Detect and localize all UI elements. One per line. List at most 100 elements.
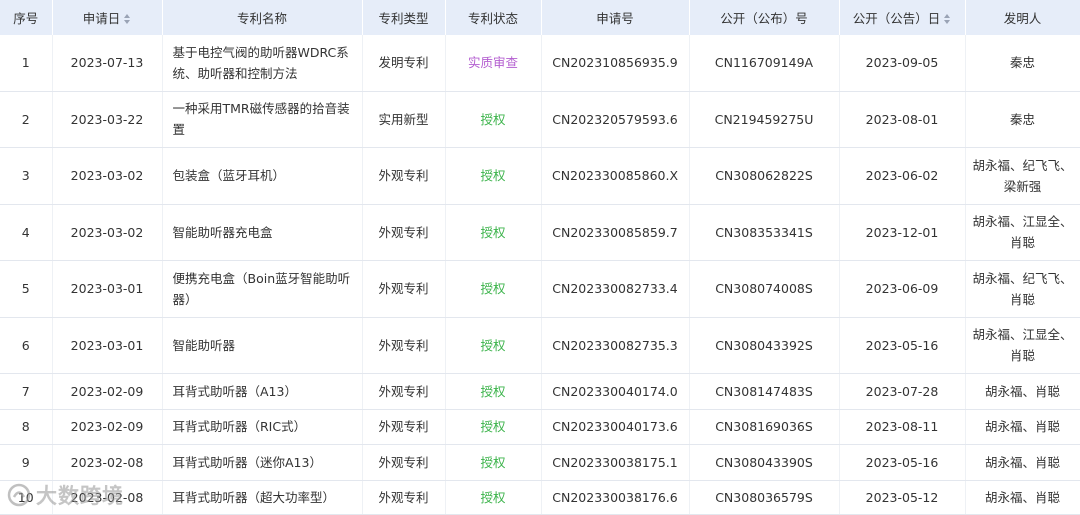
cell-application-date: 2023-02-08 (52, 480, 163, 515)
table-row: 4 2023-03-02 智能助听器充电盒 外观专利 授权 CN20233008… (0, 204, 1080, 261)
cell-patent-status: 授权 (445, 444, 542, 481)
table-header-row: 序号 申请日 专利名称 专利类型 专利状态 申请号 公开（公布）号 公开（公告）… (0, 0, 1080, 35)
cell-application-date: 2023-03-02 (52, 147, 163, 205)
cell-patent-status: 授权 (445, 373, 542, 410)
cell-patent-type: 外观专利 (362, 480, 446, 515)
table-row: 7 2023-02-09 耳背式助听器（A13） 外观专利 授权 CN20233… (0, 373, 1080, 410)
column-header-patent-type: 专利类型 (362, 0, 446, 35)
cell-inventor: 胡永福、肖聪 (965, 444, 1080, 481)
cell-patent-status: 授权 (445, 91, 542, 148)
status-badge: 授权 (480, 168, 506, 184)
cell-patent-type: 外观专利 (362, 373, 446, 410)
cell-application-date: 2023-07-13 (52, 35, 163, 92)
cell-application-date: 2023-03-01 (52, 260, 163, 318)
cell-publication-number: CN308147483S (689, 373, 840, 410)
cell-publication-date: 2023-06-09 (839, 260, 966, 318)
cell-patent-name[interactable]: 耳背式助听器（A13） (162, 373, 363, 410)
column-header-publication-number: 公开（公布）号 (689, 0, 840, 35)
status-badge: 授权 (480, 454, 506, 470)
status-badge: 授权 (480, 337, 506, 353)
cell-seq: 10 (0, 480, 53, 515)
column-header-application-number: 申请号 (541, 0, 690, 35)
cell-publication-number: CN308353341S (689, 204, 840, 261)
cell-patent-type: 外观专利 (362, 317, 446, 374)
cell-publication-date: 2023-05-16 (839, 444, 966, 481)
cell-patent-type: 实用新型 (362, 91, 446, 148)
table-row: 2 2023-03-22 一种采用TMR磁传感器的拾音装置 实用新型 授权 CN… (0, 91, 1080, 148)
cell-patent-name[interactable]: 智能助听器 (162, 317, 363, 374)
cell-publication-number: CN308043392S (689, 317, 840, 374)
table-row: 6 2023-03-01 智能助听器 外观专利 授权 CN20233008273… (0, 317, 1080, 374)
cell-patent-type: 外观专利 (362, 147, 446, 205)
cell-application-number: CN202310856935.9 (541, 35, 690, 92)
cell-patent-name[interactable]: 包装盒（蓝牙耳机） (162, 147, 363, 205)
cell-inventor: 胡永福、肖聪 (965, 409, 1080, 445)
column-header-patent-status: 专利状态 (445, 0, 542, 35)
cell-seq: 1 (0, 35, 53, 92)
status-badge: 授权 (480, 224, 506, 240)
cell-patent-name[interactable]: 便携充电盒（Boin蓝牙智能助听器） (162, 260, 363, 318)
cell-patent-name[interactable]: 耳背式助听器（超大功率型） (162, 480, 363, 515)
cell-publication-number: CN308062822S (689, 147, 840, 205)
cell-application-number: CN202330082733.4 (541, 260, 690, 318)
column-header-application-date[interactable]: 申请日 (52, 0, 163, 35)
cell-publication-number: CN308043390S (689, 444, 840, 481)
cell-patent-status: 授权 (445, 480, 542, 515)
cell-seq: 7 (0, 373, 53, 410)
cell-publication-number: CN308036579S (689, 480, 840, 515)
patent-table: 序号 申请日 专利名称 专利类型 专利状态 申请号 公开（公布）号 公开（公告）… (0, 0, 1080, 515)
cell-application-number: CN202330038175.1 (541, 444, 690, 481)
cell-application-number: CN202330040174.0 (541, 373, 690, 410)
cell-patent-name[interactable]: 一种采用TMR磁传感器的拾音装置 (162, 91, 363, 148)
cell-seq: 4 (0, 204, 53, 261)
status-badge: 授权 (480, 111, 506, 127)
cell-application-number: CN202320579593.6 (541, 91, 690, 148)
cell-publication-date: 2023-08-11 (839, 409, 966, 445)
cell-application-date: 2023-03-22 (52, 91, 163, 148)
cell-inventor: 胡永福、江显全、肖聪 (965, 317, 1080, 374)
cell-patent-name[interactable]: 耳背式助听器（迷你A13） (162, 444, 363, 481)
cell-application-number: CN202330085859.7 (541, 204, 690, 261)
cell-patent-status: 授权 (445, 317, 542, 374)
cell-patent-type: 发明专利 (362, 35, 446, 92)
table-row: 3 2023-03-02 包装盒（蓝牙耳机） 外观专利 授权 CN2023300… (0, 147, 1080, 205)
cell-application-date: 2023-02-09 (52, 409, 163, 445)
table-row: 5 2023-03-01 便携充电盒（Boin蓝牙智能助听器） 外观专利 授权 … (0, 260, 1080, 318)
table-row: 9 2023-02-08 耳背式助听器（迷你A13） 外观专利 授权 CN202… (0, 444, 1080, 481)
cell-seq: 6 (0, 317, 53, 374)
cell-application-date: 2023-03-02 (52, 204, 163, 261)
cell-seq: 9 (0, 444, 53, 481)
sort-icon[interactable] (124, 13, 131, 24)
cell-patent-status: 实质审查 (445, 35, 542, 92)
cell-inventor: 胡永福、江显全、肖聪 (965, 204, 1080, 261)
status-badge: 授权 (480, 281, 506, 297)
column-header-patent-name: 专利名称 (162, 0, 363, 35)
cell-seq: 3 (0, 147, 53, 205)
cell-publication-date: 2023-09-05 (839, 35, 966, 92)
status-badge: 授权 (480, 489, 506, 505)
cell-patent-status: 授权 (445, 204, 542, 261)
cell-application-number: CN202330040173.6 (541, 409, 690, 445)
cell-patent-status: 授权 (445, 147, 542, 205)
cell-publication-number: CN308169036S (689, 409, 840, 445)
cell-inventor: 秦忠 (965, 91, 1080, 148)
cell-inventor: 秦忠 (965, 35, 1080, 92)
cell-publication-date: 2023-08-01 (839, 91, 966, 148)
table-row: 10 2023-02-08 耳背式助听器（超大功率型） 外观专利 授权 CN20… (0, 480, 1080, 515)
cell-patent-name[interactable]: 智能助听器充电盒 (162, 204, 363, 261)
cell-patent-name[interactable]: 基于电控气阀的助听器WDRC系统、助听器和控制方法 (162, 35, 363, 92)
column-header-publication-date[interactable]: 公开（公告）日 (839, 0, 966, 35)
cell-inventor: 胡永福、纪飞飞、梁新强 (965, 147, 1080, 205)
cell-patent-type: 外观专利 (362, 444, 446, 481)
cell-publication-number: CN308074008S (689, 260, 840, 318)
cell-application-date: 2023-03-01 (52, 317, 163, 374)
cell-patent-name[interactable]: 耳背式助听器（RIC式） (162, 409, 363, 445)
cell-patent-type: 外观专利 (362, 204, 446, 261)
sort-icon[interactable] (944, 13, 951, 24)
cell-patent-status: 授权 (445, 409, 542, 445)
cell-seq: 8 (0, 409, 53, 445)
status-badge: 授权 (480, 419, 506, 435)
table-row: 8 2023-02-09 耳背式助听器（RIC式） 外观专利 授权 CN2023… (0, 409, 1080, 445)
cell-application-number: CN202330082735.3 (541, 317, 690, 374)
cell-publication-date: 2023-05-12 (839, 480, 966, 515)
